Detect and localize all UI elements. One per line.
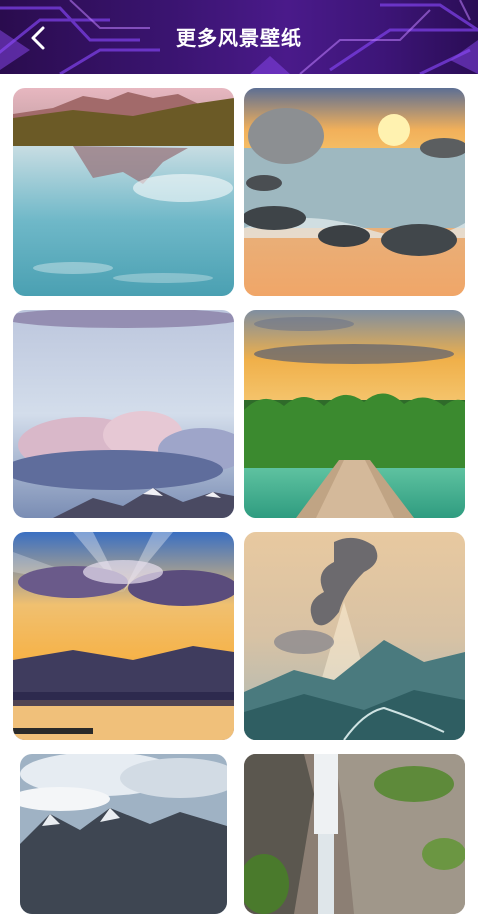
wallpaper-image [244,310,465,518]
wallpaper-card-cloudy-range[interactable] [20,754,227,914]
wallpaper-card-beach-rocks[interactable] [244,88,465,296]
wallpaper-card-cloudy-peaks[interactable] [13,310,234,518]
wallpaper-image [13,532,234,740]
wallpaper-image [244,532,465,740]
wallpaper-card-sunset-lake[interactable] [13,532,234,740]
wallpaper-card-mountain-lake[interactable] [13,88,234,296]
wallpaper-card-mountain-rays[interactable] [244,532,465,740]
wallpaper-image [20,754,227,914]
wallpaper-image [244,88,465,296]
wallpaper-image [13,310,234,518]
wallpaper-card-island-pier[interactable] [244,310,465,518]
page-title: 更多风景壁纸 [176,26,302,50]
wallpaper-grid [0,74,478,914]
wallpaper-image [244,754,465,914]
top-bar: 更多风景壁纸 [0,0,478,74]
wallpaper-card-waterfall[interactable] [244,754,465,914]
wallpaper-image [13,88,234,296]
